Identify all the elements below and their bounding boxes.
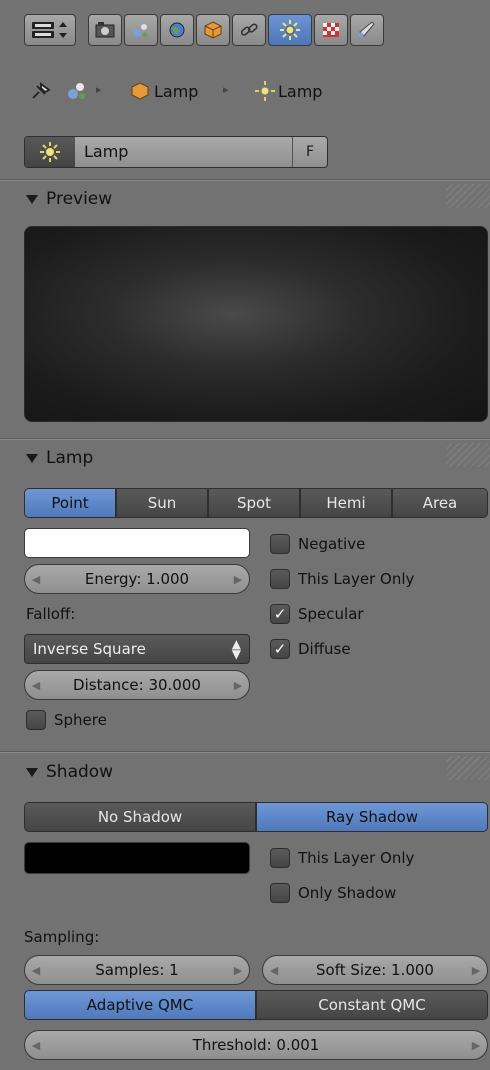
- tab-scene[interactable]: [124, 14, 158, 46]
- lamp-preview-render: [24, 226, 488, 422]
- sphere-checkbox[interactable]: [26, 710, 46, 730]
- negative-label: Negative: [298, 535, 366, 553]
- datablock-browse-button[interactable]: [25, 137, 75, 167]
- tab-constraints[interactable]: [232, 14, 266, 46]
- this-layer-only-label: This Layer Only: [298, 570, 415, 588]
- lamp-panel-header[interactable]: Lamp: [26, 448, 93, 468]
- tab-world[interactable]: [160, 14, 194, 46]
- decrement-arrow-icon[interactable]: ◀: [263, 964, 285, 977]
- samples-slider[interactable]: ◀ Samples: 1 ▶: [24, 955, 250, 985]
- specular-checkbox[interactable]: ✓: [270, 604, 290, 624]
- decrement-arrow-icon[interactable]: ◀: [25, 573, 47, 586]
- preview-panel-header[interactable]: Preview: [26, 189, 112, 209]
- samples-value: Samples: 1: [95, 961, 179, 979]
- sphere-label: Sphere: [54, 711, 107, 729]
- lamp-data-icon: [40, 142, 60, 162]
- tab-render[interactable]: [88, 14, 122, 46]
- threshold-slider[interactable]: ◀ Threshold: 0.001 ▶: [24, 1030, 488, 1060]
- lamp-type-point[interactable]: Point: [24, 488, 116, 518]
- object-icon: [204, 21, 222, 39]
- shadow-this-layer-only-label: This Layer Only: [298, 849, 415, 867]
- divider: [0, 439, 490, 440]
- specular-label: Specular: [298, 605, 364, 623]
- soft-size-value: Soft Size: 1.000: [316, 961, 434, 979]
- panel-drag-handle[interactable]: [446, 756, 490, 780]
- render-icon: [95, 22, 115, 38]
- falloff-value: Inverse Square: [33, 640, 146, 658]
- collapse-triangle-icon: [26, 453, 38, 463]
- collapse-triangle-icon: [26, 194, 38, 204]
- decrement-arrow-icon[interactable]: ◀: [25, 1039, 47, 1052]
- increment-arrow-icon[interactable]: ▶: [227, 964, 249, 977]
- world-icon: [169, 22, 185, 38]
- panel-drag-handle[interactable]: [446, 443, 490, 467]
- tab-texture[interactable]: [314, 14, 348, 46]
- tab-brush[interactable]: [350, 14, 384, 46]
- collapse-triangle-icon: [26, 767, 38, 777]
- scene-icon: [62, 78, 92, 104]
- falloff-dropdown[interactable]: Inverse Square ▲ ▼: [24, 634, 250, 664]
- updown-arrows-icon: ▲ ▼: [231, 637, 241, 661]
- distance-value: Distance: 30.000: [73, 676, 201, 694]
- lamp-type-spot[interactable]: Spot: [208, 488, 300, 518]
- breadcrumb-object-label: Lamp: [154, 82, 199, 101]
- adaptive-qmc-button[interactable]: Adaptive QMC: [24, 990, 256, 1020]
- shadow-mode-none[interactable]: No Shadow: [24, 802, 256, 832]
- brush-icon: [358, 21, 375, 38]
- preview-panel-title: Preview: [46, 189, 113, 209]
- lamp-panel-title: Lamp: [46, 448, 94, 468]
- decrement-arrow-icon[interactable]: ◀: [25, 679, 47, 692]
- lamp-color-swatch[interactable]: [24, 528, 250, 558]
- panel-drag-handle[interactable]: [446, 184, 490, 208]
- object-icon: [128, 79, 152, 103]
- increment-arrow-icon[interactable]: ▶: [465, 1039, 487, 1052]
- shadow-color-swatch[interactable]: [24, 842, 250, 874]
- distance-slider[interactable]: ◀ Distance: 30.000 ▶: [24, 670, 250, 700]
- constraint-icon: [240, 23, 258, 36]
- editor-type-icon: [32, 22, 67, 38]
- shadow-panel-title: Shadow: [46, 762, 114, 782]
- scene-icon: [133, 24, 148, 38]
- tab-object[interactable]: [196, 14, 230, 46]
- only-shadow-label: Only Shadow: [298, 884, 397, 902]
- energy-slider[interactable]: ◀ Energy: 1.000 ▶: [24, 564, 250, 594]
- breadcrumb-arrow-icon: ▸: [96, 83, 102, 96]
- falloff-label: Falloff:: [26, 605, 76, 623]
- divider: [0, 752, 490, 753]
- lamp-data-icon: [252, 79, 278, 103]
- divider: [0, 180, 490, 181]
- this-layer-only-checkbox[interactable]: [270, 569, 290, 589]
- texture-icon: [323, 23, 339, 37]
- breadcrumb-arrow-icon: ▸: [223, 83, 229, 96]
- editor-type-button[interactable]: [24, 14, 76, 46]
- pin-icon[interactable]: [26, 78, 56, 104]
- diffuse-label: Diffuse: [298, 640, 351, 658]
- constant-qmc-button[interactable]: Constant QMC: [256, 990, 488, 1020]
- lamp-data-icon: [280, 20, 300, 40]
- shadow-mode-ray[interactable]: Ray Shadow: [256, 802, 488, 832]
- increment-arrow-icon[interactable]: ▶: [227, 573, 249, 586]
- shadow-panel-header[interactable]: Shadow: [26, 762, 113, 782]
- tab-lamp-data[interactable]: [268, 14, 312, 46]
- lamp-type-area[interactable]: Area: [392, 488, 488, 518]
- energy-value: Energy: 1.000: [84, 570, 190, 588]
- only-shadow-checkbox[interactable]: [270, 883, 290, 903]
- increment-arrow-icon[interactable]: ▶: [227, 679, 249, 692]
- soft-size-slider[interactable]: ◀ Soft Size: 1.000 ▶: [262, 955, 488, 985]
- shadow-this-layer-only-checkbox[interactable]: [270, 848, 290, 868]
- breadcrumb-lamp-label: Lamp: [278, 82, 323, 101]
- decrement-arrow-icon[interactable]: ◀: [25, 964, 47, 977]
- negative-checkbox[interactable]: [270, 534, 290, 554]
- threshold-value: Threshold: 0.001: [192, 1036, 320, 1054]
- sampling-label: Sampling:: [24, 928, 100, 946]
- lamp-type-hemi[interactable]: Hemi: [300, 488, 392, 518]
- diffuse-checkbox[interactable]: ✓: [270, 639, 290, 659]
- fake-user-button[interactable]: F: [292, 137, 327, 167]
- datablock-name-field[interactable]: Lamp: [84, 142, 128, 161]
- increment-arrow-icon[interactable]: ▶: [465, 964, 487, 977]
- lamp-type-sun[interactable]: Sun: [116, 488, 208, 518]
